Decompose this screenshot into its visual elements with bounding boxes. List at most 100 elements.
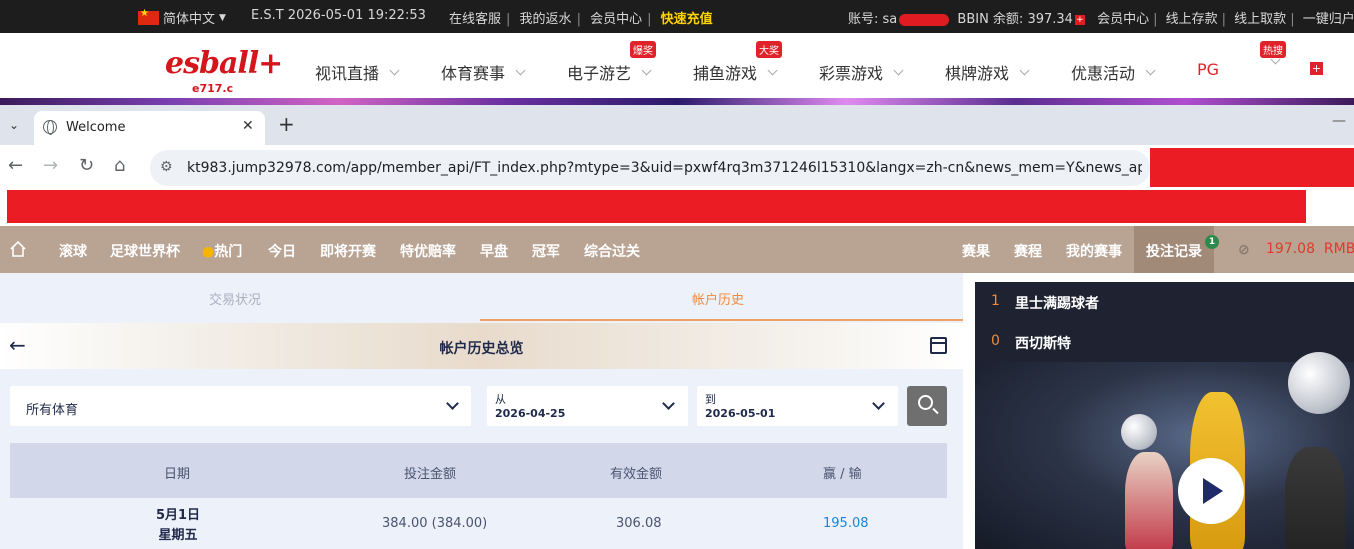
nav-chess-cards[interactable]: 棋牌游戏 [945, 60, 1030, 84]
language-selector[interactable]: 简体中文 ▼ [138, 8, 226, 27]
acct-link-withdraw[interactable]: 线上取款 [1234, 12, 1286, 27]
link-online-service[interactable]: 在线客服 [449, 12, 501, 27]
sport-nav-in-play[interactable]: 滚球 [59, 241, 87, 261]
col-date: 日期 [164, 467, 191, 482]
to-label: 到 [705, 393, 716, 406]
chevron-down-icon [767, 65, 778, 75]
row-win-loss[interactable]: 195.08 [823, 516, 869, 531]
nav-badge: 爆奖 [630, 41, 656, 58]
nav-label: PG [1197, 60, 1220, 79]
sport-nav-parlay[interactable]: 综合过关 [584, 241, 640, 261]
sport-nav-my-events[interactable]: 我的赛事 [1066, 241, 1122, 261]
nav-badge: 热搜 [1260, 41, 1286, 58]
chevron-down-icon [1145, 65, 1156, 75]
sport-nav-hot[interactable]: ●热门 [202, 241, 242, 261]
sport-select-value: 所有体育 [26, 403, 79, 418]
caret-down-icon: ▼ [219, 12, 226, 23]
top-links: 在线客服 | 我的返水 | 会员中心 | 快速充值 [449, 12, 713, 27]
redaction-block [1150, 148, 1354, 187]
forward-arrow-icon[interactable]: → [43, 156, 58, 176]
plus-icon[interactable]: + [1310, 62, 1323, 75]
new-tab-plus-icon[interactable]: + [278, 112, 295, 136]
history-table-header: 日期 投注金额 有效金额 赢 / 输 [10, 443, 947, 498]
acct-link-member-center[interactable]: 会员中心 [1097, 12, 1149, 27]
china-flag-icon [138, 8, 159, 25]
row-date-day: 5月1日 [155, 508, 201, 523]
sport-nav-outright[interactable]: 冠军 [532, 241, 560, 261]
tab-account-history[interactable]: 帐户历史 [692, 289, 744, 308]
list-item[interactable]: 0 西切斯特 [975, 322, 1354, 362]
sport-nav-bet-records[interactable]: 投注记录 [1146, 241, 1202, 261]
football-image [1288, 352, 1350, 414]
row-date-weekday: 星期五 [158, 528, 198, 543]
sportsbook-balance: 197.08 RMB [1266, 241, 1354, 257]
add-balance-icon[interactable]: + [1074, 14, 1085, 25]
site-settings-icon[interactable]: ⚙ [160, 159, 173, 175]
table-row[interactable]: 5月1日 星期五 384.00 (384.00) 306.08 195.08 [10, 498, 947, 549]
url-omnibox[interactable]: ⚙ kt983.jump32978.com/app/member_api/FT_… [150, 150, 1150, 186]
history-tabs: 交易状况 帐户历史 [0, 273, 963, 321]
team-name: 西切斯特 [1015, 336, 1071, 352]
balance-currency: RMB [1323, 241, 1354, 257]
close-icon[interactable]: ✕ [242, 118, 254, 134]
tab-transaction-status[interactable]: 交易状况 [209, 289, 261, 308]
link-member-center[interactable]: 会员中心 [590, 12, 642, 27]
nav-pg[interactable]: PG [1197, 60, 1219, 79]
chevron-down-icon [872, 397, 885, 410]
play-video-button[interactable] [1178, 458, 1244, 524]
list-item[interactable]: 1 里士满踢球者 [975, 282, 1354, 322]
redaction-mark [899, 13, 950, 26]
tab-search-chevron-icon[interactable]: ⌄ [4, 115, 24, 135]
home-icon[interactable] [9, 240, 27, 258]
nav-fishing-games[interactable]: 捕鱼游戏 大奖 [693, 41, 782, 84]
sport-nav-today[interactable]: 今日 [268, 241, 296, 261]
sport-nav-results[interactable]: 赛果 [962, 241, 990, 261]
nav-live-video[interactable]: 视讯直播 [315, 60, 400, 84]
col-stake: 投注金额 [404, 467, 457, 482]
nav-sports[interactable]: 体育赛事 [441, 60, 526, 84]
sportsbook-nav: 滚球 足球世界杯 ●热门 今日 即将开赛 特优赔率 早盘 冠军 综合过关 赛果 … [0, 226, 1354, 273]
browser-tab[interactable]: Welcome ✕ [34, 111, 265, 145]
nav-label: 视讯直播 [315, 64, 380, 83]
match-count: 0 [991, 333, 1000, 349]
url-text[interactable]: kt983.jump32978.com/app/member_api/FT_in… [187, 160, 1142, 176]
bbin-balance: BBIN 余额: 397.34 [957, 12, 1073, 27]
to-date-select[interactable]: 到 2026-05-01 [697, 386, 898, 426]
sport-nav-world-cup[interactable]: 足球世界杯 [110, 241, 180, 261]
nav-promotions[interactable]: 优惠活动 [1071, 60, 1156, 84]
acct-link-one-click-transfer[interactable]: 一键归户 [1303, 12, 1354, 27]
sport-nav-schedule[interactable]: 赛程 [1014, 241, 1042, 261]
team-name: 里士满踢球者 [1015, 296, 1099, 312]
reload-icon[interactable]: ↻ [79, 156, 94, 176]
from-date-value: 2026-04-25 [495, 407, 566, 420]
link-quick-recharge[interactable]: 快速充值 [661, 12, 713, 27]
sport-nav-hot-label: 热门 [214, 244, 243, 260]
sport-nav-special-odds[interactable]: 特优赔率 [400, 241, 456, 261]
acct-link-deposit[interactable]: 线上存款 [1166, 12, 1218, 27]
calendar-icon[interactable] [930, 337, 947, 354]
minimize-icon[interactable]: — [1332, 113, 1346, 129]
sport-nav-upcoming[interactable]: 即将开赛 [320, 241, 376, 261]
search-button[interactable] [907, 386, 947, 426]
eye-hidden-icon[interactable]: ⊘ [1238, 242, 1250, 258]
back-arrow-icon[interactable]: ← [8, 156, 23, 176]
star-icon: ● [202, 244, 215, 260]
match-sidebar: 1 里士满踢球者 0 西切斯特 [975, 282, 1354, 549]
main-nav: esball+ e717.c 视讯直播 体育赛事 电子游艺 爆奖 捕鱼游戏 大奖 彩… [0, 40, 1354, 100]
row-stake: 384.00 (384.00) [382, 516, 488, 531]
site-logo[interactable]: esball+ e717.c [165, 48, 283, 96]
col-valid-amount: 有效金额 [610, 467, 663, 482]
from-date-select[interactable]: 从 2026-04-25 [487, 386, 688, 426]
sport-select[interactable]: 所有体育 [10, 386, 471, 426]
nav-label: 优惠活动 [1071, 64, 1136, 83]
sport-nav-early[interactable]: 早盘 [480, 241, 508, 261]
link-my-rebate[interactable]: 我的返水 [520, 12, 572, 27]
home-icon[interactable]: ⌂ [114, 156, 125, 176]
nav-electronic-games[interactable]: 电子游艺 爆奖 [567, 41, 656, 84]
nav-badge: 大奖 [756, 41, 782, 58]
nav-hot-search[interactable]: 热搜 [1260, 41, 1286, 65]
row-date: 5月1日 星期五 [148, 506, 208, 546]
history-title: 帐户历史总览 [439, 341, 524, 357]
search-icon [918, 395, 933, 410]
nav-lottery[interactable]: 彩票游戏 [819, 60, 904, 84]
